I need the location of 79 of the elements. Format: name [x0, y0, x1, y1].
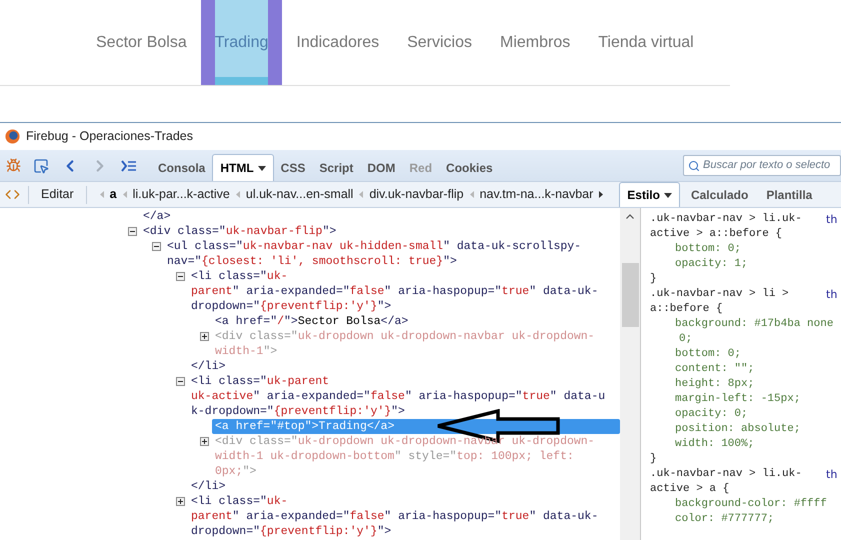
- closing-tag: </li>: [191, 479, 226, 494]
- css-declaration[interactable]: bottom: 0;: [650, 242, 841, 257]
- node-row[interactable]: </a>: [143, 209, 620, 224]
- left-triangle-icon: [470, 191, 474, 198]
- search-icon: [688, 160, 700, 172]
- css-selector: active > a {: [650, 482, 730, 497]
- collapse-icon[interactable]: [176, 377, 185, 386]
- css-selector: active > a::before {: [650, 227, 784, 242]
- caret-icon: [258, 166, 266, 170]
- closing-brace: }: [650, 272, 658, 287]
- rule-source-link[interactable]: th: [826, 212, 838, 227]
- closing-tag: </li>: [191, 359, 226, 374]
- expand-icon[interactable]: [200, 332, 209, 341]
- side-panel-tab[interactable]: Estilo: [619, 182, 680, 207]
- collapse-icon[interactable]: [128, 227, 137, 236]
- scrollbar[interactable]: [620, 208, 640, 540]
- side-panel-tab[interactable]: Plantilla: [759, 182, 820, 207]
- browser-logo-icon: [5, 129, 20, 144]
- css-declaration[interactable]: bottom: 0;: [650, 347, 841, 362]
- right-triangle-icon: [599, 191, 604, 198]
- caret-icon: [664, 192, 672, 198]
- nav-link[interactable]: Tienda virtual: [584, 0, 708, 85]
- left-triangle-icon: [359, 191, 364, 198]
- breadcrumb-link[interactable]: li.uk-par...k-active: [132, 185, 231, 204]
- panel-tab[interactable]: CSS: [274, 154, 312, 181]
- rule-source-link[interactable]: th: [826, 467, 838, 482]
- nav-link[interactable]: Indicadores: [282, 0, 394, 85]
- panel-tab[interactable]: HTML: [212, 154, 274, 181]
- code-icon[interactable]: [5, 187, 20, 202]
- scroll-up-icon[interactable]: [626, 214, 634, 219]
- bug-icon[interactable]: [6, 158, 21, 173]
- css-declaration[interactable]: content: "";: [650, 362, 841, 377]
- node-row[interactable]: <ul class="uk-navbar-nav uk-hidden-small" data-uk-scrollspy- nav="{closest: 'li', smoothscroll: true}">: [167, 239, 620, 269]
- collapse-icon[interactable]: [176, 272, 185, 281]
- css-selector: .uk-navbar-nav > li.uk-: [650, 467, 803, 482]
- node-row[interactable]: <div class="uk-navbar-flip">: [143, 224, 620, 239]
- rule-source-link[interactable]: th: [826, 287, 838, 302]
- expand-icon[interactable]: [200, 437, 209, 446]
- css-declaration[interactable]: background: #17b4ba none 0;: [650, 317, 841, 347]
- css-declaration[interactable]: background-color: #ffff: [650, 497, 841, 512]
- window-title: Firebug - Operaciones-Trades: [26, 128, 193, 146]
- breadcrumb-link[interactable]: div.uk-navbar-flip: [368, 185, 465, 204]
- css-selector: .uk-navbar-nav > li.uk-: [650, 212, 803, 227]
- breadcrumb-link[interactable]: nav.tm-na...k-navbar: [478, 185, 594, 204]
- inspect-icon[interactable]: [33, 158, 49, 174]
- node-row[interactable]: <a href="/">Sector Bolsa</a>: [215, 314, 620, 329]
- nav-link[interactable]: Miembros: [486, 0, 584, 85]
- left-triangle-icon: [122, 191, 127, 198]
- side-panel-tab[interactable]: Calculado: [684, 182, 756, 207]
- css-selector: .uk-navbar-nav > li >: [650, 287, 790, 302]
- edit-button[interactable]: Editar: [37, 185, 78, 204]
- node-row[interactable]: <li class="uk-parent uk-active" aria-expanded="false" aria-haspopup="true" data-u k-dropdown="{preventflip:'y'}">: [191, 374, 620, 419]
- nav-link[interactable]: Servicios: [393, 0, 486, 85]
- breadcrumb-link[interactable]: a: [108, 185, 118, 204]
- css-declaration[interactable]: position: absolute;: [650, 422, 841, 437]
- scroll-thumb[interactable]: [622, 263, 638, 327]
- collapse-icon[interactable]: [152, 242, 161, 251]
- css-declaration[interactable]: height: 8px;: [650, 377, 841, 392]
- css-declaration[interactable]: opacity: 0;: [650, 407, 841, 422]
- left-triangle-icon: [236, 191, 240, 198]
- nav-link[interactable]: Sector Bolsa: [82, 0, 201, 85]
- css-declaration[interactable]: opacity: 1;: [650, 257, 841, 272]
- panel-tab[interactable]: DOM: [360, 154, 402, 181]
- panel-tab[interactable]: Cookies: [439, 154, 500, 181]
- expand-icon[interactable]: [176, 497, 185, 506]
- panel-tab[interactable]: Consola: [151, 154, 212, 181]
- breadcrumb-link[interactable]: ul.uk-nav...en-small: [244, 185, 354, 204]
- panel-tab[interactable]: Script: [312, 154, 360, 181]
- command-line-icon[interactable]: [121, 160, 137, 172]
- css-declaration[interactable]: margin-left: -15px;: [650, 392, 841, 407]
- left-triangle-icon: [100, 191, 104, 198]
- css-declaration[interactable]: width: 100%;: [650, 437, 841, 452]
- css-selector: a::before {: [650, 302, 724, 317]
- css-declaration[interactable]: color: #777777;: [650, 512, 841, 527]
- node-row[interactable]: <li class="uk- parent" aria-expanded="false" aria-haspopup="true" data-uk- dropdown="{preventflip:'y'}">: [191, 494, 620, 539]
- search-field[interactable]: Buscar por texto o selecto: [683, 155, 841, 176]
- closing-brace: }: [650, 452, 658, 467]
- node-row[interactable]: <li class="uk- parent" aria-expanded="false" aria-haspopup="true" data-uk- dropdown="{preventflip:'y'}">: [191, 269, 620, 314]
- selected-node-row[interactable]: <a href="#top">Trading</a>: [212, 419, 620, 434]
